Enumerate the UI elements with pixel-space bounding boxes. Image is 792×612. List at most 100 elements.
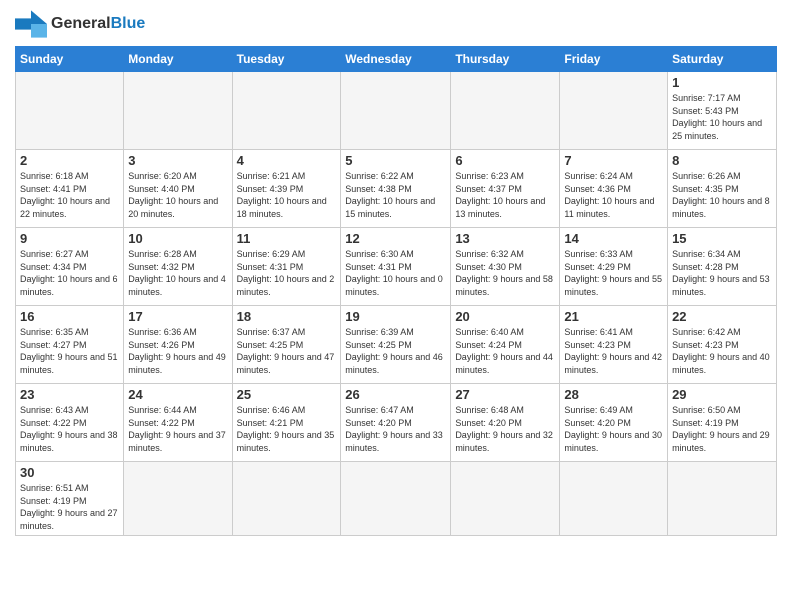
- calendar-cell: 29 Sunrise: 6:50 AM Sunset: 4:19 PM Dayli…: [668, 384, 777, 462]
- day-number: 16: [20, 309, 119, 324]
- calendar-cell: 5 Sunrise: 6:22 AM Sunset: 4:38 PM Daylig…: [341, 150, 451, 228]
- calendar-cell: 26 Sunrise: 6:47 AM Sunset: 4:20 PM Dayli…: [341, 384, 451, 462]
- day-info: Sunrise: 6:42 AM Sunset: 4:23 PM Dayligh…: [672, 326, 772, 376]
- calendar-cell: [451, 72, 560, 150]
- calendar-cell: 21Sunrise: 6:41 AM Sunset: 4:23 PM Dayli…: [560, 306, 668, 384]
- calendar-cell: 16 Sunrise: 6:35 AM Sunset: 4:27 PM Dayli…: [16, 306, 124, 384]
- day-info: Sunrise: 6:46 AM Sunset: 4:21 PM Dayligh…: [237, 404, 337, 454]
- day-info: Sunrise: 6:36 AM Sunset: 4:26 PM Dayligh…: [128, 326, 227, 376]
- calendar-week-5: 30Sunrise: 6:51 AM Sunset: 4:19 PM Dayli…: [16, 462, 777, 536]
- calendar-cell: [16, 72, 124, 150]
- calendar-cell: [341, 462, 451, 536]
- day-info: Sunrise: 6:48 AM Sunset: 4:20 PM Dayligh…: [455, 404, 555, 454]
- day-number: 20: [455, 309, 555, 324]
- calendar-cell: [232, 72, 341, 150]
- day-number: 13: [455, 231, 555, 246]
- day-info: Sunrise: 6:24 AM Sunset: 4:36 PM Dayligh…: [564, 170, 663, 220]
- day-number: 22: [672, 309, 772, 324]
- calendar-cell: 3 Sunrise: 6:20 AM Sunset: 4:40 PM Daylig…: [124, 150, 232, 228]
- day-info: Sunrise: 6:28 AM Sunset: 4:32 PM Dayligh…: [128, 248, 227, 298]
- calendar-cell: [668, 462, 777, 536]
- day-number: 17: [128, 309, 227, 324]
- weekday-header-tuesday: Tuesday: [232, 47, 341, 72]
- day-number: 29: [672, 387, 772, 402]
- header: GeneralBlue: [15, 10, 777, 38]
- day-info: Sunrise: 6:41 AM Sunset: 4:23 PM Dayligh…: [564, 326, 663, 376]
- page: GeneralBlue SundayMondayTuesdayWednesday…: [0, 0, 792, 612]
- day-info: Sunrise: 6:26 AM Sunset: 4:35 PM Dayligh…: [672, 170, 772, 220]
- calendar-cell: 13 Sunrise: 6:32 AM Sunset: 4:30 PM Dayli…: [451, 228, 560, 306]
- calendar-cell: 9 Sunrise: 6:27 AM Sunset: 4:34 PM Daylig…: [16, 228, 124, 306]
- calendar-cell: 20Sunrise: 6:40 AM Sunset: 4:24 PM Dayli…: [451, 306, 560, 384]
- calendar-cell: 15 Sunrise: 6:34 AM Sunset: 4:28 PM Dayli…: [668, 228, 777, 306]
- day-info: Sunrise: 6:32 AM Sunset: 4:30 PM Dayligh…: [455, 248, 555, 298]
- calendar-cell: 22 Sunrise: 6:42 AM Sunset: 4:23 PM Dayli…: [668, 306, 777, 384]
- calendar-cell: 23Sunrise: 6:43 AM Sunset: 4:22 PM Dayli…: [16, 384, 124, 462]
- day-info: Sunrise: 6:35 AM Sunset: 4:27 PM Dayligh…: [20, 326, 119, 376]
- day-info: Sunrise: 6:23 AM Sunset: 4:37 PM Dayligh…: [455, 170, 555, 220]
- calendar-cell: [560, 462, 668, 536]
- calendar-cell: 1 Sunrise: 7:17 AM Sunset: 5:43 PM Daylig…: [668, 72, 777, 150]
- day-info: Sunrise: 6:29 AM Sunset: 4:31 PM Dayligh…: [237, 248, 337, 298]
- calendar-cell: 14 Sunrise: 6:33 AM Sunset: 4:29 PM Dayli…: [560, 228, 668, 306]
- day-number: 19: [345, 309, 446, 324]
- day-info: Sunrise: 6:21 AM Sunset: 4:39 PM Dayligh…: [237, 170, 337, 220]
- day-number: 27: [455, 387, 555, 402]
- calendar-cell: 24Sunrise: 6:44 AM Sunset: 4:22 PM Dayli…: [124, 384, 232, 462]
- calendar-cell: 4 Sunrise: 6:21 AM Sunset: 4:39 PM Daylig…: [232, 150, 341, 228]
- calendar-cell: 8Sunrise: 6:26 AM Sunset: 4:35 PM Daylig…: [668, 150, 777, 228]
- day-info: Sunrise: 6:30 AM Sunset: 4:31 PM Dayligh…: [345, 248, 446, 298]
- calendar-cell: [124, 72, 232, 150]
- day-number: 12: [345, 231, 446, 246]
- calendar-cell: 17 Sunrise: 6:36 AM Sunset: 4:26 PM Dayli…: [124, 306, 232, 384]
- day-number: 26: [345, 387, 446, 402]
- weekday-header-row: SundayMondayTuesdayWednesdayThursdayFrid…: [16, 47, 777, 72]
- day-info: Sunrise: 6:50 AM Sunset: 4:19 PM Dayligh…: [672, 404, 772, 454]
- day-number: 6: [455, 153, 555, 168]
- day-number: 1: [672, 75, 772, 90]
- calendar-cell: [341, 72, 451, 150]
- calendar-cell: 25 Sunrise: 6:46 AM Sunset: 4:21 PM Dayli…: [232, 384, 341, 462]
- calendar-cell: 30Sunrise: 6:51 AM Sunset: 4:19 PM Dayli…: [16, 462, 124, 536]
- day-number: 3: [128, 153, 227, 168]
- day-info: Sunrise: 6:34 AM Sunset: 4:28 PM Dayligh…: [672, 248, 772, 298]
- calendar-cell: 27 Sunrise: 6:48 AM Sunset: 4:20 PM Dayli…: [451, 384, 560, 462]
- day-info: Sunrise: 6:22 AM Sunset: 4:38 PM Dayligh…: [345, 170, 446, 220]
- calendar-week-1: 2Sunrise: 6:18 AM Sunset: 4:41 PM Daylig…: [16, 150, 777, 228]
- weekday-header-friday: Friday: [560, 47, 668, 72]
- day-number: 25: [237, 387, 337, 402]
- day-info: Sunrise: 6:47 AM Sunset: 4:20 PM Dayligh…: [345, 404, 446, 454]
- calendar-week-0: 1 Sunrise: 7:17 AM Sunset: 5:43 PM Daylig…: [16, 72, 777, 150]
- day-info: Sunrise: 6:33 AM Sunset: 4:29 PM Dayligh…: [564, 248, 663, 298]
- day-number: 2: [20, 153, 119, 168]
- calendar-cell: 12 Sunrise: 6:30 AM Sunset: 4:31 PM Dayli…: [341, 228, 451, 306]
- day-info: Sunrise: 6:20 AM Sunset: 4:40 PM Dayligh…: [128, 170, 227, 220]
- day-number: 7: [564, 153, 663, 168]
- calendar-cell: 18Sunrise: 6:37 AM Sunset: 4:25 PM Dayli…: [232, 306, 341, 384]
- day-number: 5: [345, 153, 446, 168]
- day-number: 15: [672, 231, 772, 246]
- calendar-cell: 10Sunrise: 6:28 AM Sunset: 4:32 PM Dayli…: [124, 228, 232, 306]
- day-number: 4: [237, 153, 337, 168]
- weekday-header-thursday: Thursday: [451, 47, 560, 72]
- weekday-header-wednesday: Wednesday: [341, 47, 451, 72]
- calendar-cell: [451, 462, 560, 536]
- day-number: 9: [20, 231, 119, 246]
- day-info: Sunrise: 6:27 AM Sunset: 4:34 PM Dayligh…: [20, 248, 119, 298]
- day-info: Sunrise: 7:17 AM Sunset: 5:43 PM Dayligh…: [672, 92, 772, 142]
- logo: GeneralBlue: [15, 10, 145, 38]
- weekday-header-saturday: Saturday: [668, 47, 777, 72]
- day-info: Sunrise: 6:44 AM Sunset: 4:22 PM Dayligh…: [128, 404, 227, 454]
- calendar-table: SundayMondayTuesdayWednesdayThursdayFrid…: [15, 46, 777, 536]
- day-number: 23: [20, 387, 119, 402]
- calendar-week-4: 23Sunrise: 6:43 AM Sunset: 4:22 PM Dayli…: [16, 384, 777, 462]
- calendar-cell: [560, 72, 668, 150]
- day-number: 14: [564, 231, 663, 246]
- calendar-cell: 11Sunrise: 6:29 AM Sunset: 4:31 PM Dayli…: [232, 228, 341, 306]
- calendar-cell: [124, 462, 232, 536]
- logo-icon: [15, 10, 47, 38]
- calendar-cell: [232, 462, 341, 536]
- weekday-header-sunday: Sunday: [16, 47, 124, 72]
- day-number: 28: [564, 387, 663, 402]
- calendar-week-2: 9 Sunrise: 6:27 AM Sunset: 4:34 PM Daylig…: [16, 228, 777, 306]
